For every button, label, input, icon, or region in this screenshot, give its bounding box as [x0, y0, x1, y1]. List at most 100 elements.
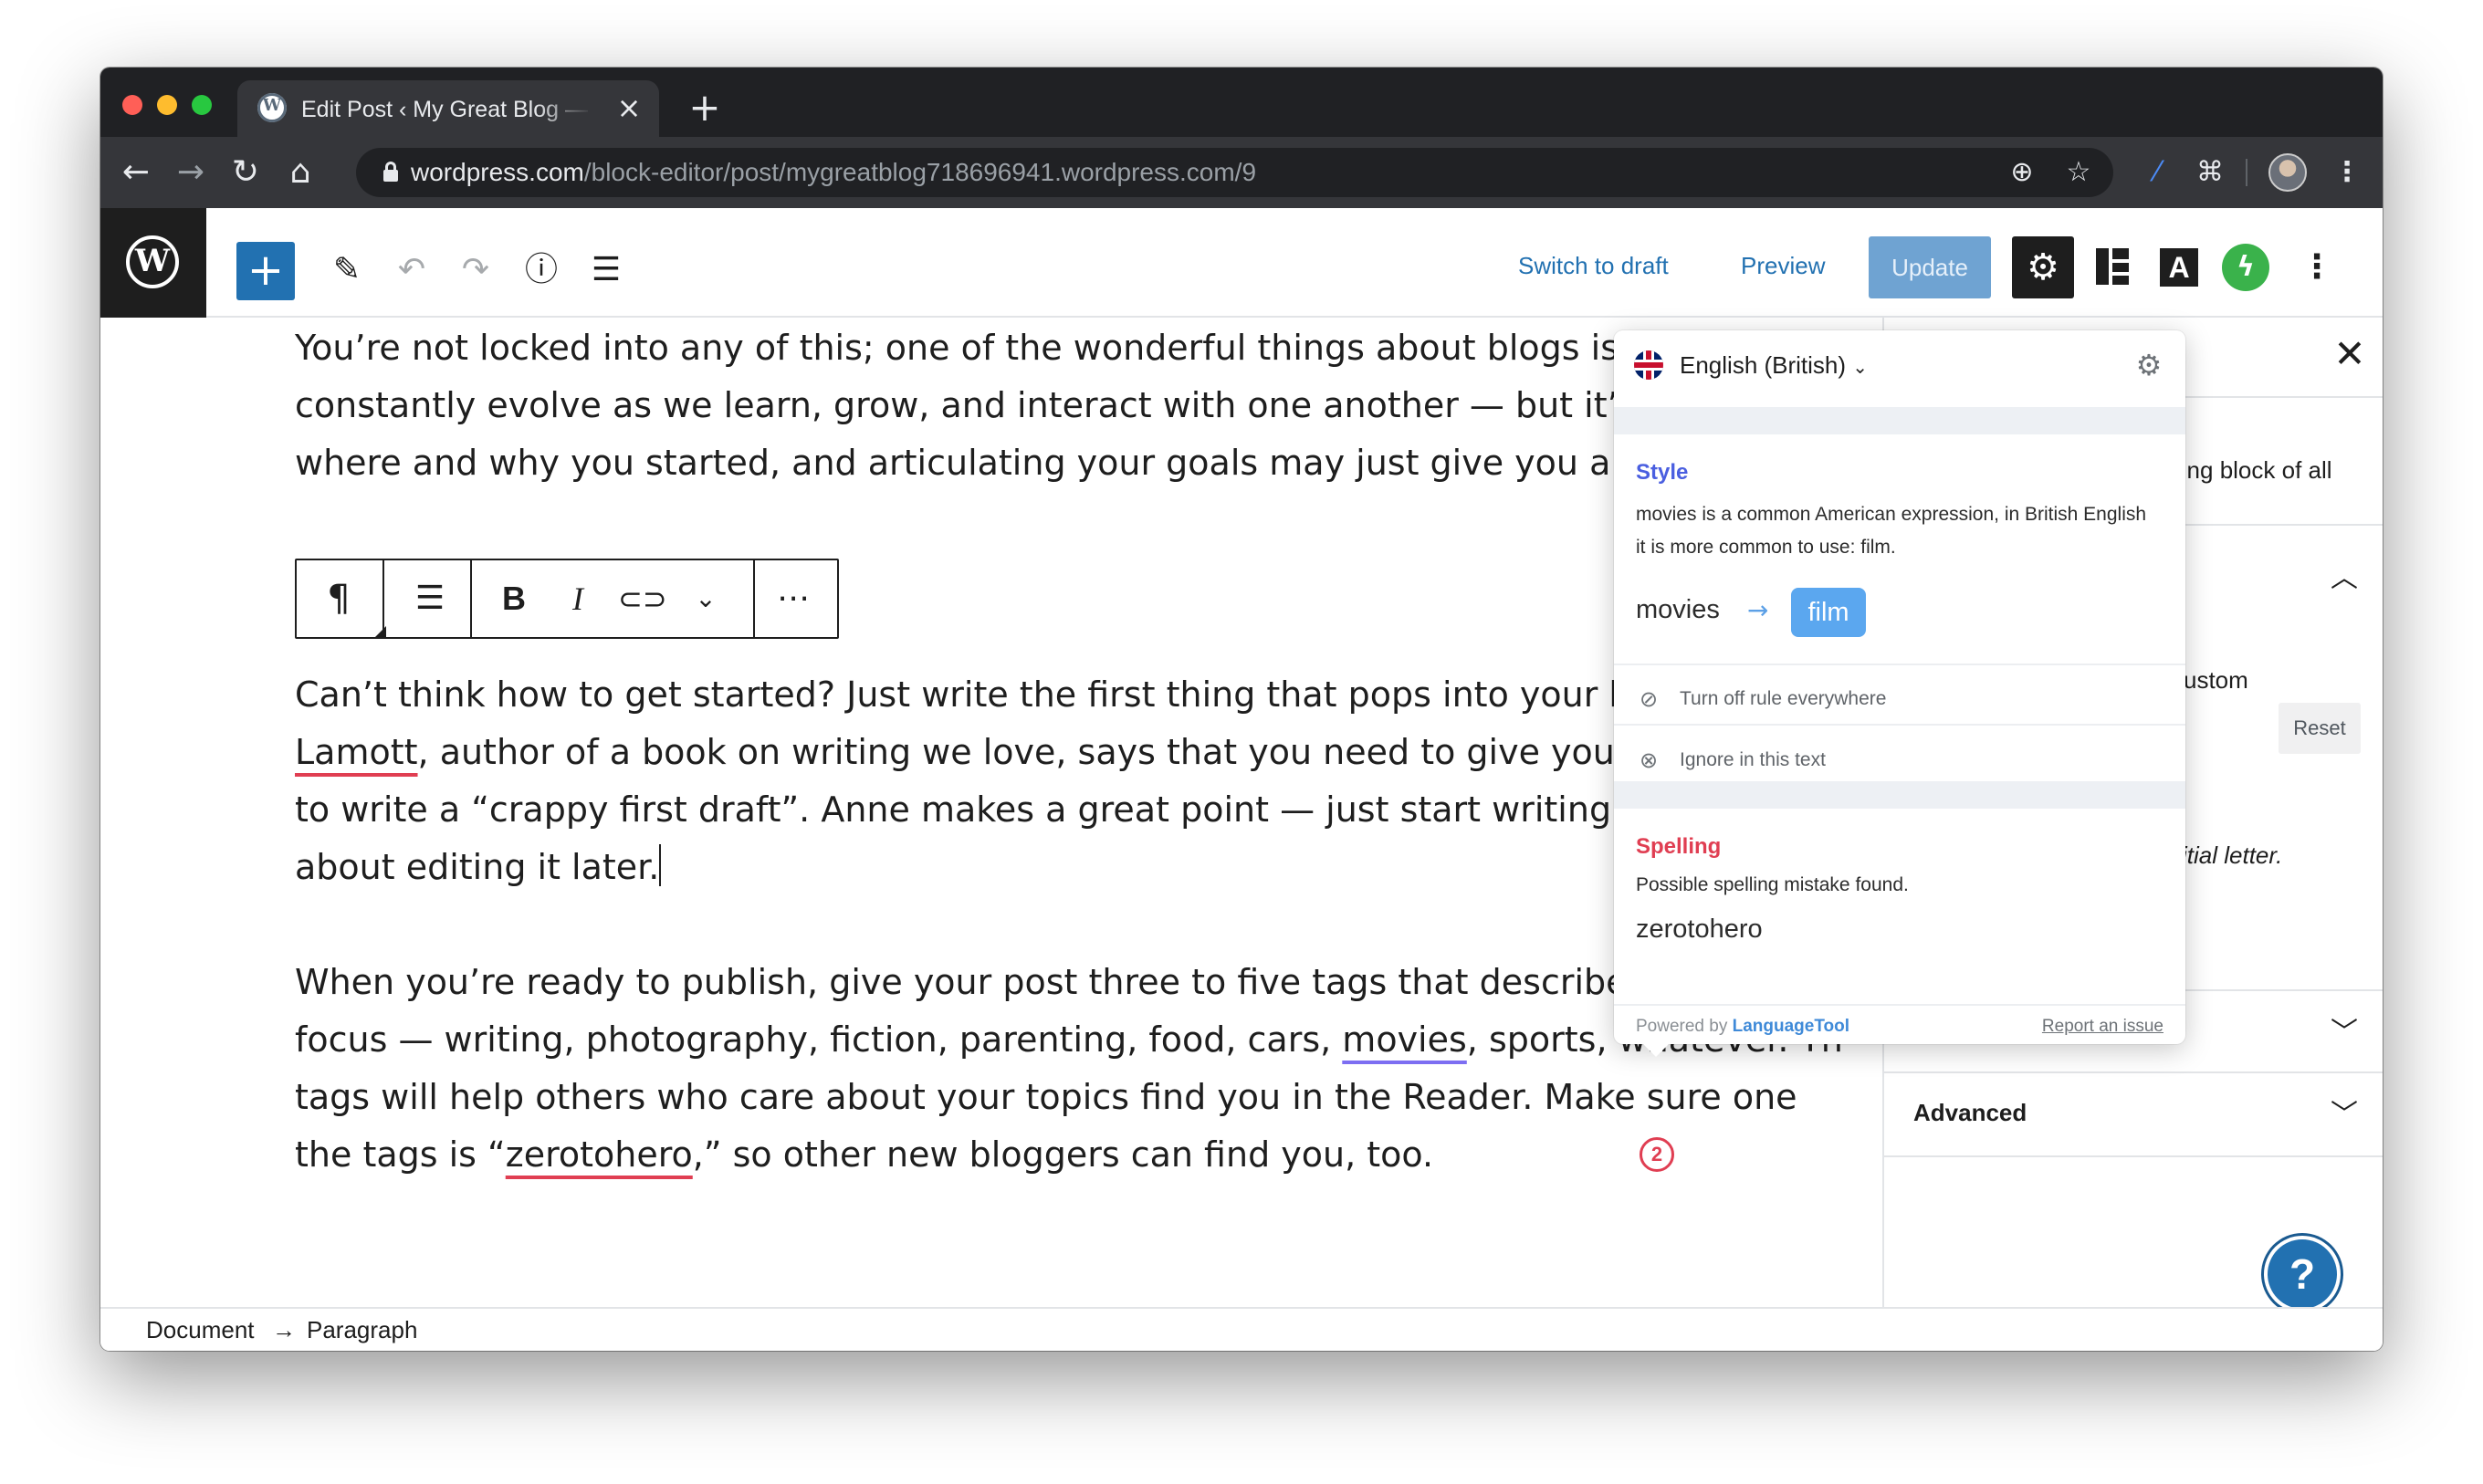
- block-description: ling block of all: [2176, 456, 2332, 484]
- chevron-up-icon[interactable]: ︿: [2326, 560, 2363, 597]
- back-arrow-icon[interactable]: ←: [115, 152, 157, 193]
- browser-window: Edit Post ‹ My Great Blog — WordPress.co…: [100, 68, 2383, 1351]
- typography-a-icon[interactable]: A: [2160, 248, 2198, 287]
- languagetool-error-counter[interactable]: 2: [1640, 1137, 1674, 1172]
- paragraph-line: where and why you started, and articulat…: [295, 443, 1820, 483]
- breadcrumb-document[interactable]: Document: [146, 1316, 255, 1344]
- bookmark-star-icon[interactable]: ☆: [2061, 155, 2096, 190]
- help-button[interactable]: ?: [2268, 1239, 2337, 1309]
- more-options-icon[interactable]: ⋮: [2300, 245, 2333, 296]
- tab-close-icon[interactable]: ×: [613, 92, 644, 123]
- browser-toolbar: ← → ↻ ⌂ wordpress.com/block-editor/post/…: [100, 137, 2383, 208]
- undo-icon[interactable]: ↶: [386, 245, 437, 296]
- maximize-window-button[interactable]: [192, 95, 212, 115]
- forward-arrow-icon[interactable]: →: [170, 152, 212, 193]
- divider: [1614, 724, 2185, 726]
- language-selector[interactable]: English (British) ⌄: [1680, 351, 1868, 380]
- switch-to-draft-button[interactable]: Switch to draft: [1518, 252, 1669, 280]
- disable-rule-icon: ⊘: [1639, 686, 1659, 712]
- breadcrumb-paragraph[interactable]: Paragraph: [307, 1316, 417, 1344]
- chevron-down-icon[interactable]: ﹀: [2326, 1015, 2363, 1051]
- editor-header: W + ✎ ↶ ↷ ⓘ ☰ Switch to draft Preview Up…: [100, 208, 2383, 318]
- section-separator: [1614, 781, 2185, 809]
- paragraph-block-3[interactable]: When you’re ready to publish, give your …: [295, 954, 1843, 1184]
- toolbar-divider: [2246, 159, 2247, 186]
- paragraph-line: You’re not locked into any of this; one …: [295, 328, 1790, 368]
- more-options-icon[interactable]: ⋯: [770, 577, 817, 621]
- close-window-button[interactable]: [122, 95, 142, 115]
- wordpress-favicon-icon: [257, 93, 287, 122]
- info-icon[interactable]: ⓘ: [516, 245, 567, 296]
- drop-cap-help: itial letter.: [2182, 841, 2283, 869]
- block-switcher-indicator: [375, 626, 386, 637]
- install-app-icon[interactable]: ⊕: [2005, 155, 2039, 190]
- paragraph-block-2[interactable]: Can’t think how to get started? Just wri…: [295, 666, 1820, 896]
- paragraph-line: Can’t think how to get started? Just wri…: [295, 674, 1807, 715]
- chevron-down-icon[interactable]: ﹀: [2326, 1097, 2363, 1134]
- advanced-panel-title[interactable]: Advanced: [1913, 1099, 2027, 1127]
- spelling-error-highlight[interactable]: zerotohero: [506, 1134, 693, 1175]
- new-tab-button[interactable]: +: [685, 88, 725, 128]
- paragraph-line: focus — writing, photography, fiction, p…: [295, 1019, 1843, 1060]
- wordpress-logo[interactable]: W: [100, 208, 206, 318]
- block-patterns-icon[interactable]: [2096, 248, 2129, 285]
- reload-icon[interactable]: ↻: [225, 152, 267, 193]
- redo-icon[interactable]: ↷: [450, 245, 501, 296]
- languagetool-popup: English (British) ⌄ ⚙ Style movies is a …: [1614, 330, 2185, 1057]
- sidebar-divider: [1884, 1071, 2383, 1073]
- style-description: movies is a common American expression, …: [1636, 504, 2147, 558]
- misspelled-word: zerotohero: [1636, 914, 1763, 944]
- text-caret: [659, 844, 662, 886]
- update-button[interactable]: Update: [1869, 236, 1991, 298]
- toolbar-separator: [753, 560, 755, 637]
- add-block-button[interactable]: +: [236, 242, 295, 300]
- tab-title: Edit Post ‹ My Great Blog — WordPress.co…: [301, 97, 593, 122]
- toolbar-separator: [382, 560, 384, 637]
- profile-avatar[interactable]: [2268, 153, 2307, 192]
- list-view-icon[interactable]: ☰: [581, 245, 632, 296]
- jetpack-bolt-icon[interactable]: ϟ: [2222, 244, 2269, 291]
- uk-flag-icon: [1634, 350, 1663, 380]
- close-icon[interactable]: ✕: [2331, 335, 2368, 373]
- arrow-right-icon: →: [1747, 595, 1769, 625]
- bold-button[interactable]: B: [490, 577, 538, 621]
- ignore-icon: ⊗: [1639, 747, 1659, 773]
- report-issue-link[interactable]: Report an issue: [2042, 1017, 2163, 1037]
- home-icon[interactable]: ⌂: [279, 152, 321, 193]
- divider: [1614, 664, 2185, 665]
- chevron-down-icon[interactable]: ⌄: [682, 577, 729, 621]
- wordpress-w-icon: W: [126, 235, 179, 288]
- settings-gear-icon[interactable]: ⚙: [2132, 349, 2165, 381]
- address-bar[interactable]: wordpress.com/block-editor/post/mygreatb…: [356, 148, 2113, 197]
- turn-off-rule-button[interactable]: Turn off rule everywhere: [1680, 688, 1886, 710]
- paragraph-icon[interactable]: ¶: [315, 577, 362, 621]
- style-heading: Style: [1636, 460, 1689, 485]
- spelling-description: Possible spelling mistake found.: [1636, 874, 1909, 895]
- settings-gear-icon[interactable]: ⚙: [2012, 236, 2074, 298]
- toolbar-separator: [470, 560, 472, 637]
- sidebar-divider: [1884, 1155, 2383, 1157]
- paragraph-line: constantly evolve as we learn, grow, and…: [295, 385, 1833, 425]
- ignore-in-text-button[interactable]: Ignore in this text: [1680, 749, 1826, 771]
- paragraph-block-1[interactable]: You’re not locked into any of this; one …: [295, 319, 1833, 492]
- browser-tab[interactable]: Edit Post ‹ My Great Blog — WordPress.co…: [237, 80, 659, 137]
- style-error-highlight[interactable]: movies: [1342, 1019, 1467, 1060]
- powered-by-text: Powered by LanguageTool: [1636, 1017, 1850, 1036]
- spelling-error-highlight[interactable]: Lamott: [295, 732, 418, 772]
- italic-button[interactable]: I: [554, 577, 602, 621]
- suggestion-button[interactable]: film: [1791, 588, 1866, 637]
- block-toolbar: ¶ ☰ B I ⊂⊃ ⌄ ⋯: [295, 559, 839, 639]
- reset-button[interactable]: Reset: [2279, 703, 2361, 754]
- align-left-icon[interactable]: ☰: [406, 577, 454, 621]
- paragraph-line: the tags is “zerotohero,” so other new b…: [295, 1134, 1434, 1175]
- extension-feather-icon[interactable]: ⁄: [2138, 153, 2176, 192]
- paragraph-line: Lamott, author of a book on writing we l…: [295, 732, 1820, 772]
- extension-languagetool-icon[interactable]: ⌘: [2191, 153, 2229, 192]
- minimize-window-button[interactable]: [157, 95, 177, 115]
- languagetool-link[interactable]: LanguageTool: [1733, 1017, 1849, 1036]
- preview-button[interactable]: Preview: [1741, 252, 1825, 280]
- edit-pencil-icon[interactable]: ✎: [321, 245, 372, 296]
- spelling-heading: Spelling: [1636, 834, 1722, 859]
- browser-menu-icon[interactable]: ⋮: [2328, 153, 2366, 192]
- link-icon[interactable]: ⊂⊃: [618, 577, 667, 621]
